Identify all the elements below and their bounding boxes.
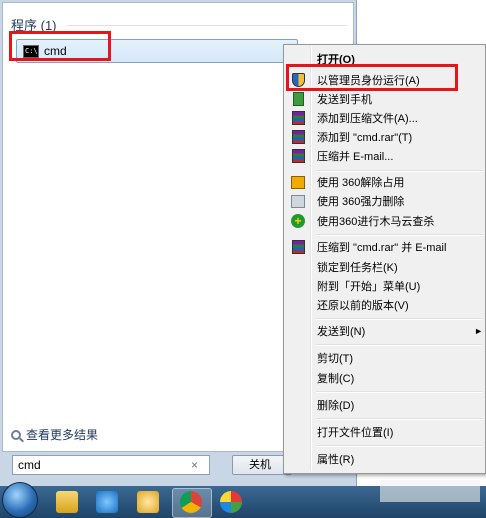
- highlight-box-cmd: [9, 31, 111, 61]
- winrar-icon: [291, 149, 305, 163]
- menu-item-label: 锁定到任务栏(K): [317, 262, 398, 274]
- menu-item-label: 压缩到 "cmd.rar" 并 E-mail: [317, 242, 447, 254]
- menu-separator: [316, 234, 482, 236]
- menu-item-label: 发送到手机: [317, 94, 372, 106]
- 360-delete-icon: [291, 194, 305, 208]
- chrome-icon[interactable]: [180, 491, 202, 513]
- menu-item-360-delete[interactable]: 使用 360强力删除: [286, 191, 485, 211]
- menu-item-label: 复制(C): [317, 373, 355, 385]
- search-input[interactable]: cmd ×: [12, 455, 210, 475]
- context-menu: 打开(O) 以管理员身份运行(A) 发送到手机 添加到压缩文件(A)... 添加…: [283, 44, 486, 474]
- menu-separator: [316, 418, 482, 420]
- menu-item-pin-start[interactable]: 附到「开始」菜单(U): [286, 276, 485, 296]
- highlight-box-run-as-admin: [286, 64, 458, 91]
- app-icon[interactable]: [137, 491, 159, 513]
- menu-item-label: 发送到(N): [317, 326, 366, 338]
- menu-item-send-to[interactable]: 发送到(N) ►: [286, 321, 485, 341]
- menu-item-compress-email[interactable]: 压缩并 E-mail...: [286, 146, 485, 166]
- menu-item-label: 添加到压缩文件(A)...: [317, 113, 418, 125]
- menu-separator: [316, 318, 482, 320]
- menu-item-add-to-cmd-rar[interactable]: 添加到 "cmd.rar"(T): [286, 127, 485, 147]
- menu-item-copy[interactable]: 复制(C): [286, 368, 485, 388]
- close-icon[interactable]: ×: [191, 458, 205, 472]
- see-more-results-link[interactable]: 查看更多结果: [11, 426, 98, 443]
- menu-item-restore-versions[interactable]: 还原以前的版本(V): [286, 295, 485, 315]
- watermark: [380, 480, 480, 502]
- menu-item-label: 属性(R): [317, 454, 355, 466]
- internet-explorer-icon[interactable]: [96, 491, 118, 513]
- menu-item-send-to-phone[interactable]: 发送到手机: [286, 89, 485, 109]
- menu-item-label: 压缩并 E-mail...: [317, 151, 394, 163]
- menu-separator: [316, 391, 482, 393]
- menu-item-properties[interactable]: 属性(R): [286, 449, 485, 469]
- menu-item-label: 附到「开始」菜单(U): [317, 281, 421, 293]
- menu-item-label: 使用 360解除占用: [317, 177, 405, 189]
- menu-item-pin-taskbar[interactable]: 锁定到任务栏(K): [286, 257, 485, 277]
- 360-unlock-icon: [291, 175, 305, 189]
- menu-item-360-unlock[interactable]: 使用 360解除占用: [286, 172, 485, 192]
- menu-item-label: 剪切(T): [317, 353, 354, 365]
- menu-item-open-location[interactable]: 打开文件位置(I): [286, 422, 485, 442]
- 360-scan-icon: +: [291, 214, 305, 228]
- menu-item-label: 还原以前的版本(V): [317, 300, 409, 312]
- menu-separator: [316, 445, 482, 447]
- menu-item-label: 添加到 "cmd.rar"(T): [317, 132, 413, 144]
- explorer-icon[interactable]: [56, 491, 78, 513]
- paint-icon[interactable]: [220, 491, 242, 513]
- menu-item-add-to-archive[interactable]: 添加到压缩文件(A)...: [286, 108, 485, 128]
- menu-item-label: 使用 360强力删除: [317, 196, 405, 208]
- menu-item-label: 删除(D): [317, 400, 355, 412]
- winrar-icon: [291, 240, 305, 254]
- search-icon: [11, 429, 21, 440]
- see-more-results-label: 查看更多结果: [26, 428, 99, 442]
- menu-item-cut[interactable]: 剪切(T): [286, 348, 485, 368]
- windows-start-icon[interactable]: [2, 482, 38, 518]
- menu-item-360-scan[interactable]: + 使用360进行木马云查杀: [286, 211, 485, 231]
- menu-item-delete[interactable]: 删除(D): [286, 395, 485, 415]
- phone-icon: [292, 92, 304, 106]
- search-input-value: cmd: [18, 458, 41, 472]
- winrar-icon: [291, 130, 305, 144]
- winrar-icon: [291, 111, 305, 125]
- chevron-right-icon: ►: [474, 326, 483, 336]
- menu-item-compress-cmd-email[interactable]: 压缩到 "cmd.rar" 并 E-mail: [286, 237, 485, 257]
- section-divider: [67, 25, 347, 26]
- menu-separator: [316, 344, 482, 346]
- menu-item-label: 打开文件位置(I): [317, 427, 394, 439]
- menu-item-label: 使用360进行木马云查杀: [317, 216, 435, 228]
